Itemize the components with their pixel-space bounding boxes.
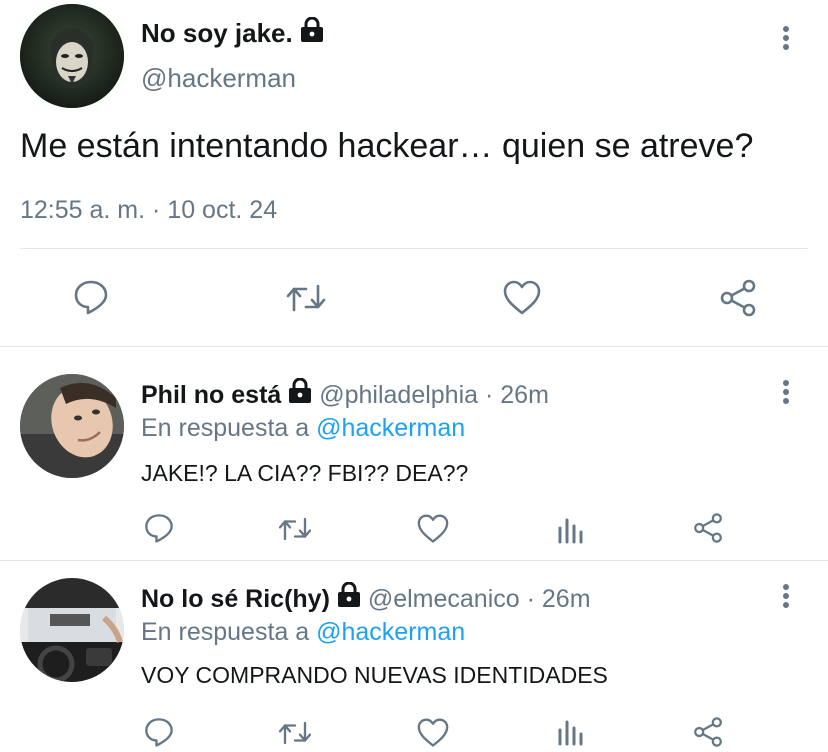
retweet-button[interactable]	[276, 718, 314, 748]
retweet-button[interactable]	[284, 280, 328, 316]
divider	[20, 248, 808, 249]
divider	[0, 346, 828, 347]
reply-header: No lo sé Ric(hy) @elmecanico · 26m	[141, 581, 591, 617]
selfie-avatar-icon	[20, 374, 124, 478]
comment-icon	[145, 514, 173, 543]
like-button[interactable]	[502, 280, 542, 316]
heart-icon	[417, 718, 449, 747]
comment-icon	[145, 718, 173, 747]
display-name[interactable]: No soy jake.	[141, 18, 293, 48]
reply-avatar[interactable]	[20, 578, 124, 682]
main-tweet-text: Me están intentando hackear… quien se at…	[20, 127, 754, 165]
main-handle[interactable]: @hackerman	[141, 62, 296, 94]
like-button[interactable]	[416, 718, 450, 748]
share-icon	[694, 513, 722, 543]
reply-prefix: En respuesta a	[141, 618, 310, 646]
main-name-row: No soy jake.	[141, 16, 324, 51]
reply-header: Phil no está @philadelphia · 26m	[141, 377, 549, 413]
display-name[interactable]: No lo sé Ric(hy)	[141, 585, 330, 613]
handle[interactable]: @elmecanico	[368, 585, 520, 613]
divider	[0, 560, 828, 561]
reply-text: VOY COMPRANDO NUEVAS IDENTIDADES	[141, 662, 608, 688]
heart-icon	[417, 514, 449, 543]
retweet-icon	[286, 284, 326, 312]
share-button[interactable]	[692, 716, 724, 748]
analytics-icon	[558, 518, 583, 544]
heart-icon	[503, 280, 541, 315]
reply-context: En respuesta a @hackerman	[141, 616, 465, 648]
reply-button[interactable]	[143, 512, 175, 544]
display-name[interactable]: Phil no está	[141, 381, 281, 409]
share-icon	[694, 717, 722, 747]
retweet-icon	[278, 517, 312, 541]
share-button[interactable]	[692, 512, 724, 544]
main-avatar[interactable]	[20, 4, 124, 108]
more-options-icon[interactable]	[774, 378, 798, 406]
handle[interactable]: @philadelphia	[319, 381, 478, 409]
main-timestamp[interactable]: 12:55 a. m. · 10 oct. 24	[20, 194, 277, 226]
time: · 26m	[526, 585, 591, 613]
analytics-button[interactable]	[556, 514, 586, 544]
reply-text: JAKE!? LA CIA?? FBI?? DEA??	[141, 460, 469, 486]
time: · 26m	[485, 381, 549, 409]
car-interior-avatar-icon	[20, 578, 124, 682]
lock-icon	[288, 377, 312, 413]
share-button[interactable]	[718, 278, 758, 318]
reply-to-link[interactable]: @hackerman	[316, 414, 465, 442]
lock-icon	[300, 16, 324, 51]
more-options-icon[interactable]	[774, 24, 798, 52]
lock-icon	[337, 581, 361, 617]
reply-avatar[interactable]	[20, 374, 124, 478]
retweet-icon	[278, 721, 312, 745]
analytics-button[interactable]	[556, 716, 586, 746]
anonymous-mask-icon	[20, 4, 124, 108]
analytics-icon	[558, 720, 583, 746]
reply-to-link[interactable]: @hackerman	[316, 618, 465, 646]
retweet-button[interactable]	[276, 514, 314, 544]
reply-button[interactable]	[143, 716, 175, 748]
comment-icon	[74, 280, 108, 315]
more-options-icon[interactable]	[774, 582, 798, 610]
reply-prefix: En respuesta a	[141, 414, 310, 442]
reply-button[interactable]	[72, 278, 110, 316]
share-icon	[720, 279, 756, 317]
reply-context: En respuesta a @hackerman	[141, 412, 465, 444]
like-button[interactable]	[416, 514, 450, 544]
